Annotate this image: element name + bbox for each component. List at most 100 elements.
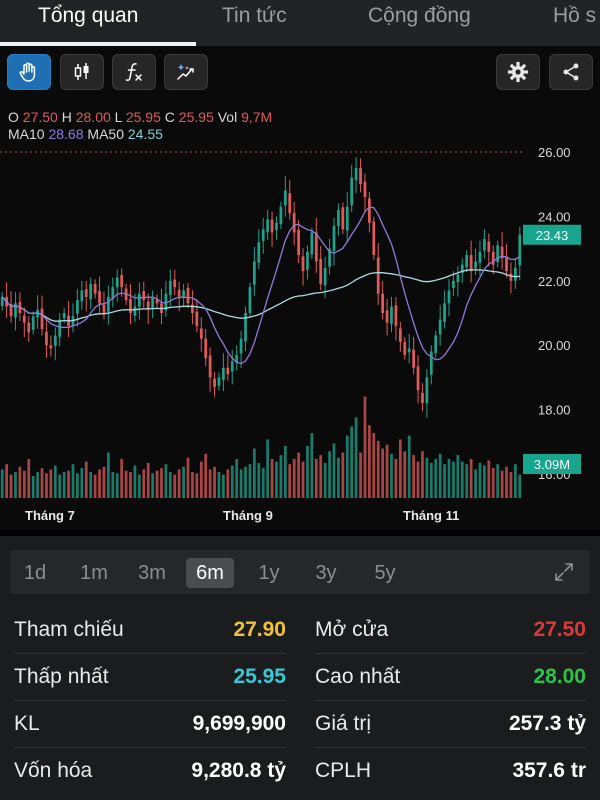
volume-bar: [407, 435, 411, 498]
candle-body: [288, 193, 292, 214]
volume-bar: [376, 440, 380, 498]
volume-bar: [137, 474, 141, 498]
volume-bar: [9, 474, 13, 498]
volume-bar: [279, 455, 283, 498]
period-3y[interactable]: 3y: [306, 558, 346, 588]
low-price-value: 25.95: [233, 665, 286, 688]
volume-bar: [500, 470, 504, 498]
candle-body: [310, 232, 314, 255]
candle-body: [213, 378, 216, 388]
candle-body: [186, 287, 190, 304]
candlestick-chart[interactable]: 26.0024.0022.0020.0018.0016.0023.433.09M: [0, 46, 600, 506]
volume-bar: [36, 472, 39, 498]
volume-bar: [102, 466, 106, 498]
divider: [315, 700, 586, 701]
candle-body: [456, 274, 460, 283]
candle-body: [376, 257, 380, 294]
tab-profile[interactable]: Hồ s: [553, 4, 596, 28]
x-label-november: Tháng 11: [403, 508, 460, 523]
volume-bar: [208, 469, 212, 498]
shares-outstanding-value: 357.6 tr: [512, 759, 586, 782]
period-1d[interactable]: 1d: [16, 558, 54, 588]
high-price-value: 28.00: [533, 665, 586, 688]
y-tick-label: 26.00: [538, 145, 571, 160]
volume-bar: [332, 443, 336, 498]
candle-body: [359, 168, 362, 185]
volume-bar: [40, 468, 44, 498]
volume-bar: [252, 448, 256, 498]
volume-bar: [283, 446, 287, 498]
candle-body: [407, 348, 411, 353]
volume-bar: [319, 455, 323, 498]
candle-body: [403, 341, 407, 355]
candle-body: [275, 222, 278, 230]
period-5y[interactable]: 5y: [365, 558, 405, 588]
candle-body: [372, 221, 376, 256]
volume-bar: [390, 453, 393, 498]
volume-bar: [518, 474, 522, 498]
volume-bar: [266, 439, 270, 498]
candle-body: [363, 181, 367, 198]
volume-bar: [146, 462, 150, 498]
volume-bar: [89, 472, 93, 498]
volume-bar: [421, 451, 424, 498]
volume-bar: [115, 473, 119, 498]
period-6m[interactable]: 6m: [186, 558, 234, 588]
candle-body: [306, 251, 309, 270]
volume-bar: [226, 469, 230, 498]
candle-body: [266, 219, 270, 232]
volume-bar: [98, 469, 101, 498]
candle-body: [208, 355, 212, 378]
y-tick-label: 18.00: [538, 403, 571, 418]
candle-body: [62, 313, 66, 319]
volume-bar: [487, 460, 491, 498]
period-1y[interactable]: 1y: [250, 558, 288, 588]
candle-body: [248, 287, 252, 313]
candle-body: [173, 279, 177, 288]
volume-bar: [350, 426, 354, 498]
divider: [14, 747, 286, 748]
candle-body: [199, 328, 203, 339]
volume-bar: [385, 444, 389, 498]
candle-body: [76, 300, 79, 314]
candle-body: [332, 226, 336, 252]
reference-price-label: Tham chiếu: [14, 618, 124, 641]
candle-body: [252, 261, 256, 285]
volume-bar: [412, 455, 415, 498]
candle-body: [204, 338, 208, 359]
candle-body: [40, 308, 44, 330]
volume-bar: [452, 461, 455, 498]
tab-community[interactable]: Cộng đồng: [368, 4, 471, 28]
candle-body: [465, 255, 469, 268]
candle-body: [129, 298, 132, 313]
candle-body: [230, 361, 234, 372]
low-price-label: Thấp nhất: [14, 665, 109, 688]
market-cap-value: 9,280.8 tỷ: [191, 759, 286, 782]
candle-body: [137, 293, 141, 307]
volume-bar: [310, 433, 314, 498]
tab-news[interactable]: Tin tức: [222, 4, 287, 28]
candle-body: [478, 251, 482, 263]
candle-body: [107, 296, 110, 312]
volume-bar: [31, 475, 35, 498]
volume-bar: [460, 461, 464, 498]
period-3m[interactable]: 3m: [130, 558, 174, 588]
volume-bar: [341, 452, 345, 498]
candle-body: [443, 303, 446, 323]
last-price-label: 23.43: [536, 228, 569, 243]
volume-bar: [275, 461, 278, 498]
candle-body: [283, 190, 287, 206]
candle-body: [341, 207, 345, 230]
volume-bar: [164, 464, 168, 498]
volume-bar: [434, 459, 438, 498]
volume-bar: [58, 474, 62, 498]
volume-bar: [270, 459, 274, 498]
expand-icon[interactable]: [552, 560, 576, 584]
candle-body: [438, 319, 442, 335]
period-1m[interactable]: 1m: [72, 558, 116, 588]
volume-bar: [248, 464, 252, 498]
reference-price-value: 27.90: [233, 618, 286, 641]
tab-overview[interactable]: Tổng quan: [38, 4, 138, 28]
candle-body: [80, 290, 84, 302]
candle-body: [381, 293, 385, 313]
